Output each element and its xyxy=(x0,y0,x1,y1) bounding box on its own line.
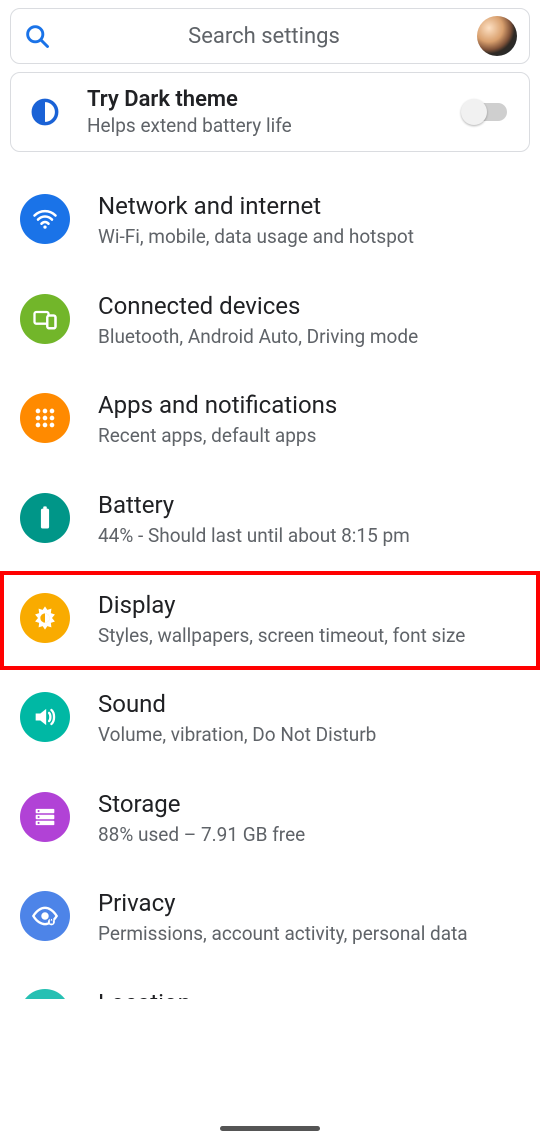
promo-text: Try Dark theme Helps extend battery life xyxy=(87,87,439,137)
item-title: Storage xyxy=(98,790,520,818)
item-title: Sound xyxy=(98,690,520,718)
item-subtitle: Bluetooth, Android Auto, Driving mode xyxy=(98,324,520,350)
apps-icon xyxy=(20,393,70,443)
item-subtitle: Volume, vibration, Do Not Disturb xyxy=(98,722,520,748)
settings-item-display[interactable]: Display Styles, wallpapers, screen timeo… xyxy=(0,571,540,671)
item-subtitle: 44% - Should last until about 8:15 pm xyxy=(98,523,520,549)
settings-item-location[interactable]: Location xyxy=(0,969,540,999)
sound-icon xyxy=(20,692,70,742)
profile-avatar[interactable] xyxy=(477,16,517,56)
dark-theme-icon xyxy=(27,94,63,130)
settings-item-apps[interactable]: Apps and notifications Recent apps, defa… xyxy=(0,371,540,471)
settings-item-network[interactable]: Network and internet Wi-Fi, mobile, data… xyxy=(0,172,540,272)
settings-item-sound[interactable]: Sound Volume, vibration, Do Not Disturb xyxy=(0,670,540,770)
settings-item-privacy[interactable]: Privacy Permissions, account activity, p… xyxy=(0,869,540,969)
item-title: Battery xyxy=(98,491,520,519)
item-subtitle: Permissions, account activity, personal … xyxy=(98,921,520,947)
settings-item-devices[interactable]: Connected devices Bluetooth, Android Aut… xyxy=(0,272,540,372)
settings-item-storage[interactable]: Storage 88% used – 7.91 GB free xyxy=(0,770,540,870)
item-subtitle: Styles, wallpapers, screen timeout, font… xyxy=(98,623,520,649)
settings-list: Network and internet Wi-Fi, mobile, data… xyxy=(0,172,540,999)
location-icon xyxy=(20,989,70,999)
dark-theme-promo[interactable]: Try Dark theme Helps extend battery life xyxy=(10,72,530,152)
promo-subtitle: Helps extend battery life xyxy=(87,114,439,137)
devices-icon xyxy=(20,294,70,344)
nav-handle[interactable] xyxy=(220,1126,320,1131)
search-bar[interactable]: Search settings xyxy=(10,8,530,64)
battery-icon xyxy=(20,493,70,543)
brightness-icon xyxy=(20,593,70,643)
item-title: Location xyxy=(98,989,191,999)
storage-icon xyxy=(20,792,70,842)
item-title: Network and internet xyxy=(98,192,520,220)
item-title: Connected devices xyxy=(98,292,520,320)
search-placeholder: Search settings xyxy=(51,24,477,49)
item-subtitle: 88% used – 7.91 GB free xyxy=(98,822,520,848)
dark-theme-toggle[interactable] xyxy=(463,103,507,121)
item-subtitle: Wi-Fi, mobile, data usage and hotspot xyxy=(98,224,520,250)
search-icon xyxy=(23,22,51,50)
wifi-icon xyxy=(20,194,70,244)
promo-title: Try Dark theme xyxy=(87,87,439,112)
privacy-icon xyxy=(20,891,70,941)
item-title: Privacy xyxy=(98,889,520,917)
item-subtitle: Recent apps, default apps xyxy=(98,423,520,449)
item-title: Display xyxy=(98,591,520,619)
item-title: Apps and notifications xyxy=(98,391,520,419)
settings-item-battery[interactable]: Battery 44% - Should last until about 8:… xyxy=(0,471,540,571)
